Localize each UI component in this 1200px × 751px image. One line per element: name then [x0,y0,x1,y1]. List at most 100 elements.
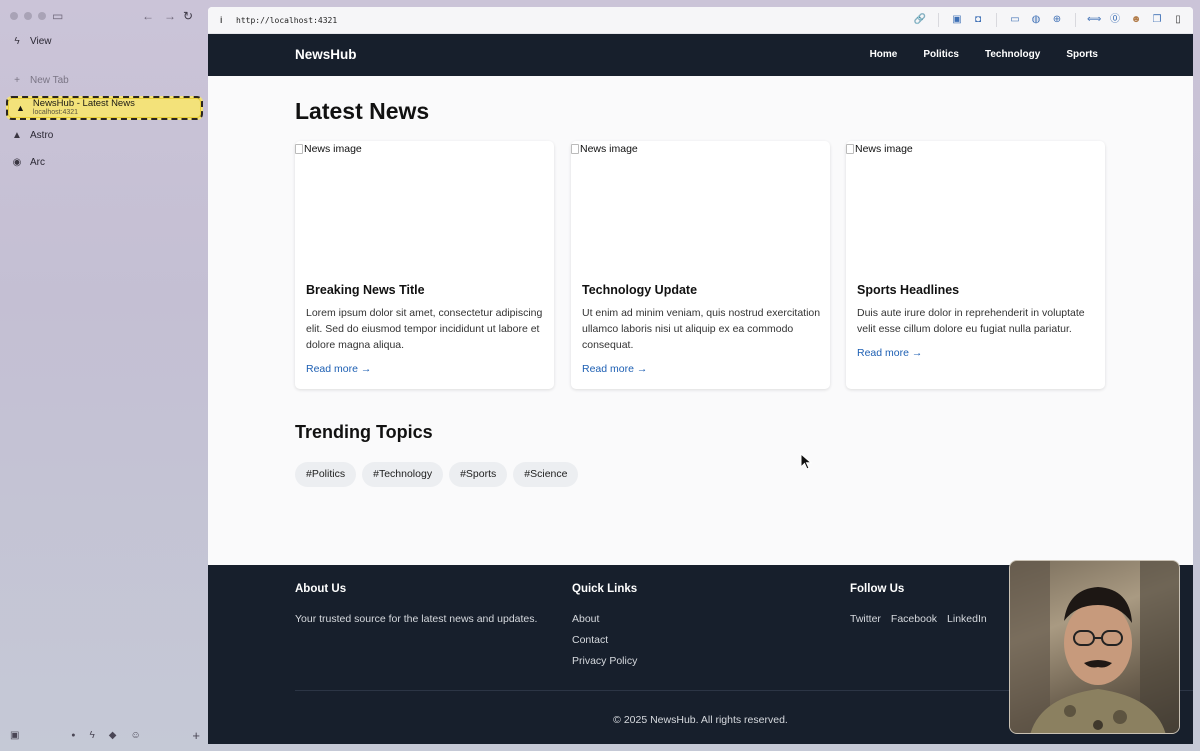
image-alt-text: News image [304,143,362,155]
news-card: News image Technology Update Ut enim ad … [571,141,830,389]
zoom-window-button[interactable] [38,12,46,20]
archive-icon[interactable]: ▣ [10,730,19,741]
divider [996,13,997,27]
dot-icon[interactable]: ● [71,732,75,739]
news-card: News image Breaking News Title Lorem ips… [295,141,554,389]
astro-icon: ▲ [12,130,22,141]
sidebar-tab-active[interactable]: ▲ NewsHub - Latest News localhost:4321 [6,96,203,120]
close-window-button[interactable] [10,12,18,20]
divider [938,13,939,27]
footer-link-linkedin[interactable]: LinkedIn [947,609,987,630]
code-icon[interactable]: ⟺ [1087,13,1101,27]
sidebar-toggle-icon[interactable]: ▭ [52,9,63,23]
new-tab-label: New Tab [30,75,69,86]
url-bar[interactable]: i http://localhost:4321 🔗 ▣ ◘ ▭ ◍ ⊕ ⟺ ⓪ … [208,7,1193,34]
add-icon[interactable]: + [192,728,200,743]
card-body: Duis aute irure dolor in reprehenderit i… [857,307,1085,335]
profile-icon[interactable]: ☻ [1129,13,1143,27]
broken-image-icon [571,144,579,154]
minimize-window-button[interactable] [24,12,32,20]
nav-home[interactable]: Home [870,49,898,60]
main-content: Latest News News image Breaking News Tit… [208,76,1193,565]
url-bar-actions: 🔗 ▣ ◘ ▭ ◍ ⊕ ⟺ ⓪ ☻ ❐ ▯ [913,13,1185,27]
nav-sports[interactable]: Sports [1066,49,1098,60]
link-icon[interactable]: 🔗 [913,13,927,27]
new-tab-button[interactable]: + New Tab [12,75,69,86]
footer-link-facebook[interactable]: Facebook [891,609,937,630]
split-view-icon[interactable]: ▯ [1171,13,1185,27]
sidebar-view-item[interactable]: ϟ View [12,36,52,47]
webcam-overlay [1009,560,1180,734]
window-controls [10,12,46,20]
presenter-video [1010,561,1179,733]
divider [1075,13,1076,27]
news-image: News image [846,143,913,155]
sidebar-view-label: View [30,36,52,47]
card-body: Lorem ipsum dolor sit amet, consectetur … [306,307,543,351]
forward-arrow-icon[interactable]: → [164,9,176,23]
password-icon[interactable]: ⓪ [1108,13,1122,27]
info-icon[interactable]: i [220,15,234,25]
back-arrow-icon[interactable]: ← [142,9,154,23]
bolt-icon[interactable]: ϟ [89,730,94,741]
card-body: Ut enim ad minim veniam, quis nostrud ex… [582,307,821,351]
sidebar-tab-arc[interactable]: ◉ Arc [12,157,45,168]
image-alt-text: News image [855,143,913,155]
image-alt-text: News image [580,143,638,155]
bolt-icon: ϟ [14,36,20,47]
sidebar-tab-astro[interactable]: ▲ Astro [12,130,53,141]
news-image: News image [571,143,638,155]
footer-links-heading: Quick Links [572,583,638,595]
window-icon[interactable]: ▭ [1008,13,1022,27]
copy-icon[interactable]: ❐ [1150,13,1164,27]
globe-icon[interactable]: ◍ [1029,13,1043,27]
sidebar-tab-label: Arc [30,157,45,168]
card-title: Technology Update [582,283,698,297]
read-more-link[interactable]: Read more → [582,363,647,375]
camera-icon[interactable]: ◘ [971,13,985,27]
extension-icon[interactable]: ▣ [950,13,964,27]
mouse-cursor-icon [800,453,812,470]
astro-icon: ▲ [16,103,25,113]
footer-about: About Us Your trusted source for the lat… [295,583,537,630]
site-header: NewsHub Home Politics Technology Sports [208,34,1193,76]
card-title: Sports Headlines [857,283,960,297]
site-nav: Home Politics Technology Sports [870,49,1098,60]
read-more-link[interactable]: Read more → [306,363,371,375]
active-tab-title: NewsHub - Latest News [32,98,135,109]
card-title: Breaking News Title [306,283,425,297]
footer-link-about[interactable]: About [572,609,637,630]
nav-technology[interactable]: Technology [985,49,1040,60]
tag-technology[interactable]: #Technology [362,462,444,487]
active-tab-subtitle: localhost:4321 [32,109,79,116]
news-card: News image Sports Headlines Duis aute ir… [846,141,1105,389]
footer-link-privacy[interactable]: Privacy Policy [572,651,637,672]
broken-image-icon [295,144,303,154]
browser-sidebar: ▭ ← → ↻ ϟ View + New Tab ▲ NewsHub - Lat… [0,0,208,751]
reload-icon[interactable]: ↻ [183,9,193,23]
footer-follow-heading: Follow Us [850,583,905,595]
tag-sports[interactable]: #Sports [449,462,508,487]
plus-icon: + [14,75,20,86]
tag-politics[interactable]: #Politics [295,462,357,487]
footer-link-twitter[interactable]: Twitter [850,609,881,630]
target-icon[interactable]: ⊕ [1050,13,1064,27]
footer-link-contact[interactable]: Contact [572,630,637,651]
sidebar-footer: ▣ ● ϟ ◆ ☺ + [10,728,200,743]
footer-quick-links: Quick Links About Contact Privacy Policy [572,583,637,672]
footer-about-heading: About Us [295,583,347,595]
latest-news-heading: Latest News [295,98,430,124]
tag-science[interactable]: #Science [513,462,579,487]
nav-politics[interactable]: Politics [923,49,959,60]
url-text[interactable]: http://localhost:4321 [236,16,337,25]
graduation-cap-icon[interactable]: ◆ [109,730,117,741]
face-icon[interactable]: ☺ [130,730,140,741]
read-more-link[interactable]: Read more → [857,347,922,359]
sidebar-tab-label: Astro [30,130,54,141]
broken-image-icon [846,144,854,154]
trending-topics-heading: Trending Topics [295,422,433,442]
site-brand[interactable]: NewsHub [295,47,357,62]
news-image: News image [295,143,362,155]
trending-tags: #Politics #Technology #Sports #Science [295,462,579,487]
footer-about-text: Your trusted source for the latest news … [295,613,538,625]
